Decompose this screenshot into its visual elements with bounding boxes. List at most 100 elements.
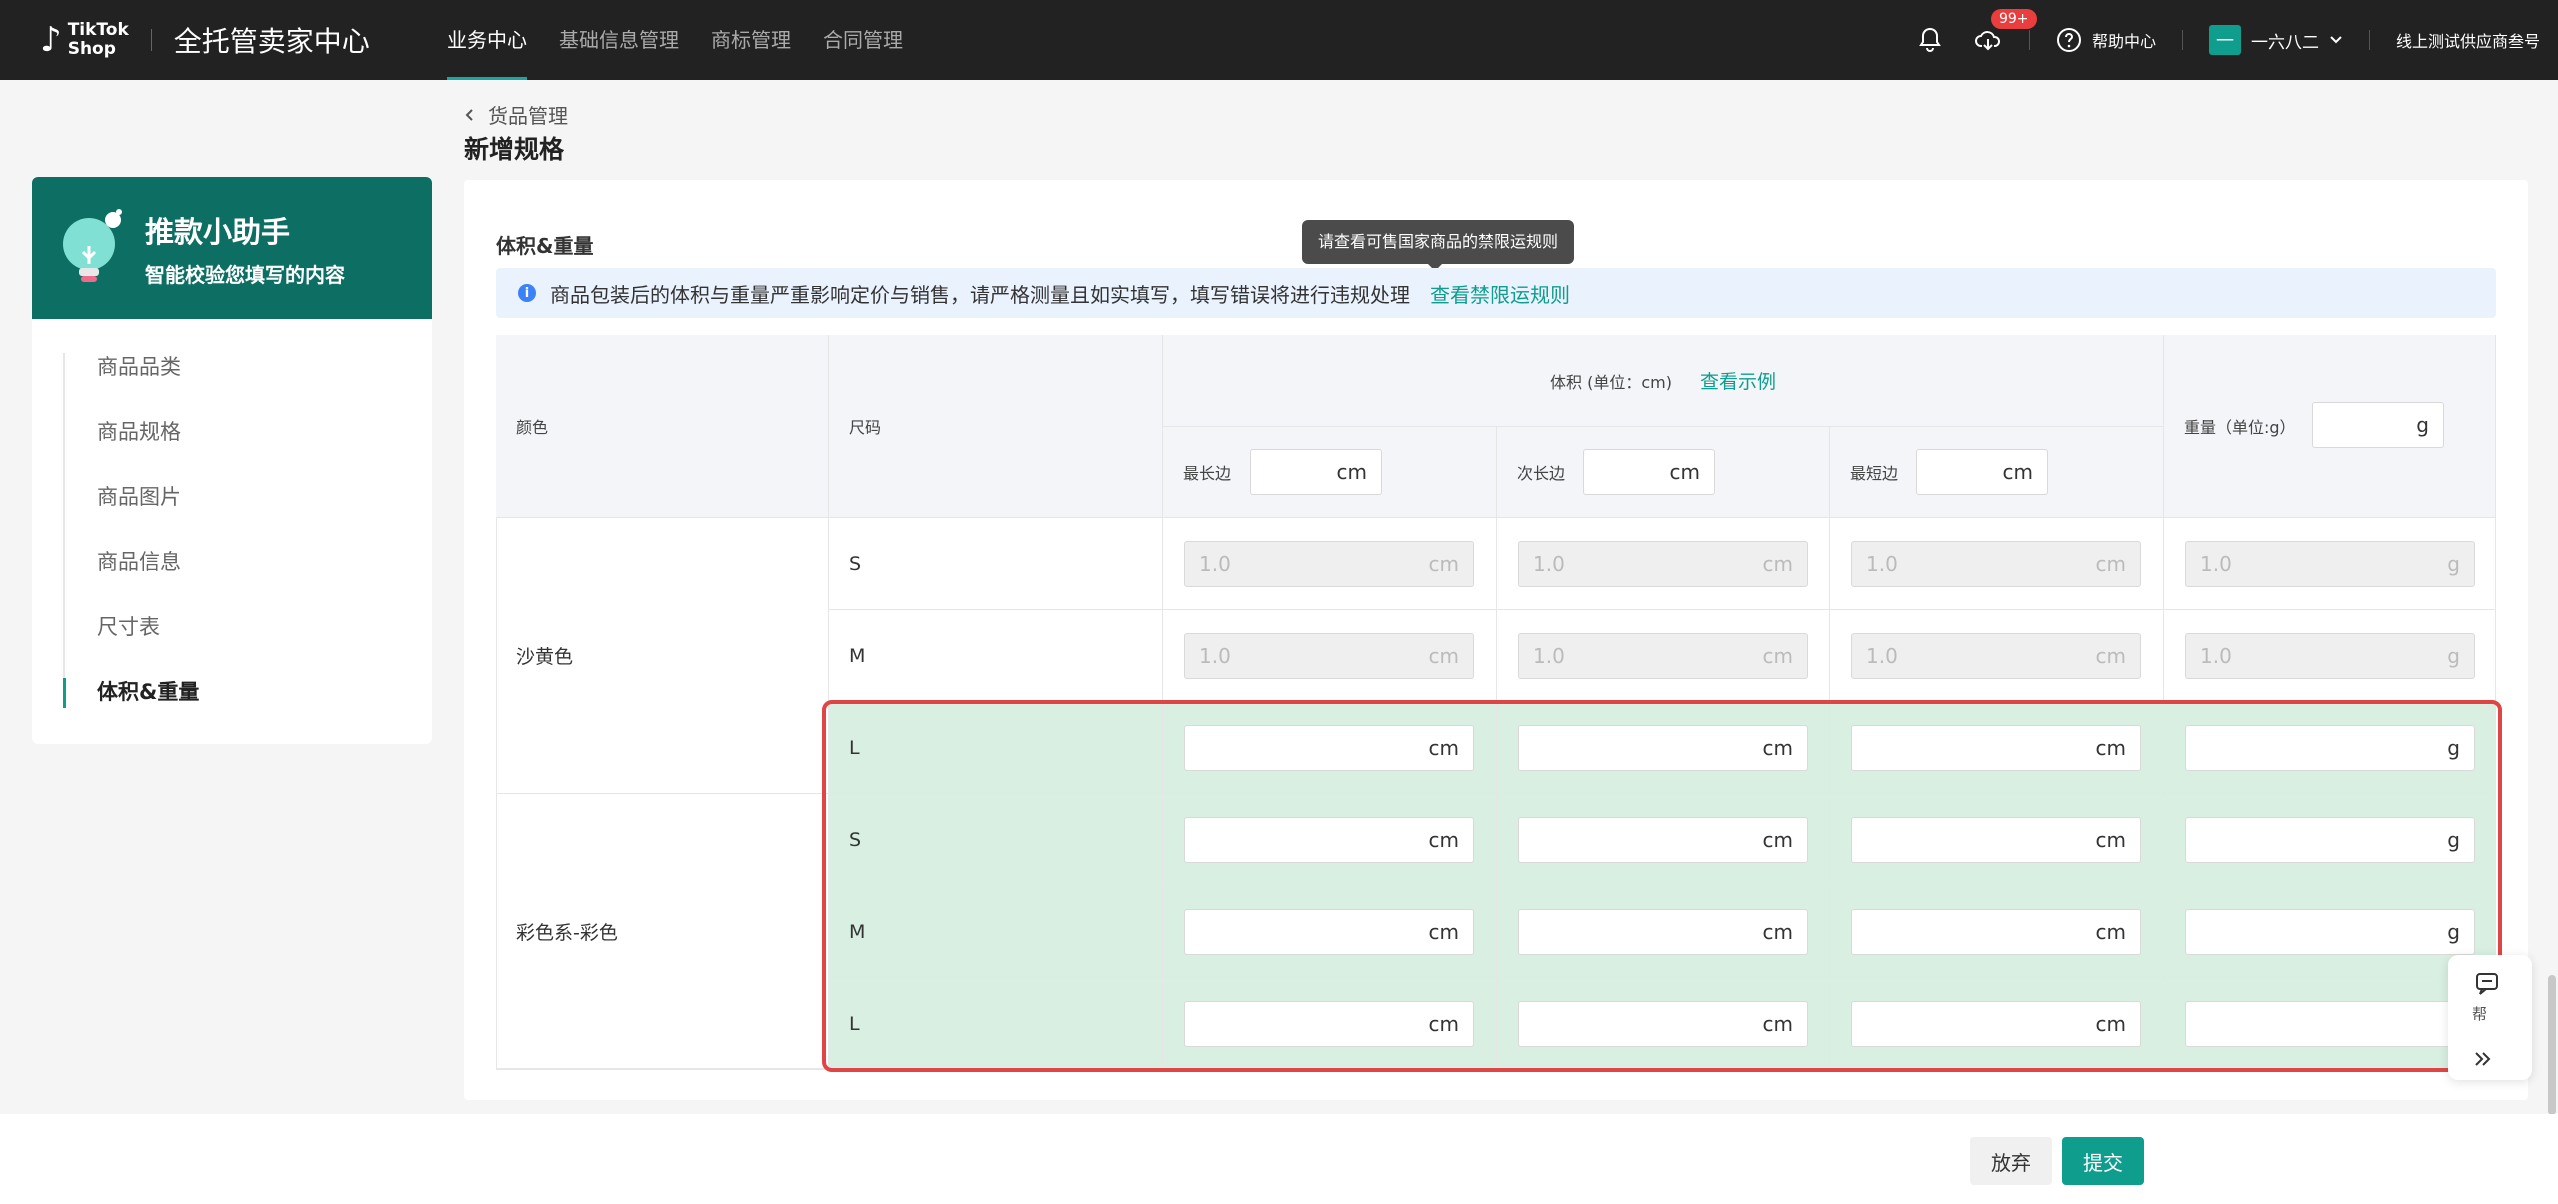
step-volume-weight[interactable]: 体积&重量 xyxy=(32,660,432,725)
header-size: 尺码 xyxy=(829,335,1163,518)
restriction-rules-link[interactable]: 查看禁限运规则 xyxy=(1430,279,1570,308)
app-title: 全托管卖家中心 xyxy=(173,25,370,58)
nav-basic-info[interactable]: 基础信息管理 xyxy=(559,0,679,80)
step-nav: 商品品类 商品规格 商品图片 商品信息 尺寸表 体积&重量 xyxy=(32,319,432,725)
submit-button[interactable]: 提交 xyxy=(2062,1137,2144,1185)
step-spec[interactable]: 商品规格 xyxy=(32,400,432,465)
avatar: 一 xyxy=(2208,25,2241,55)
input-value: 1.0 xyxy=(1533,552,1565,576)
info-icon: i xyxy=(518,284,536,302)
double-chevron-right-icon xyxy=(2475,1052,2491,1066)
user-name: 一六八二 xyxy=(2250,32,2319,53)
header-volume: 体积 (单位：cm) 查看示例 xyxy=(1163,335,2164,427)
notice-text: 商品包装后的体积与重量严重影响定价与销售，请严格测量且如实填写，填写错误将进行违… xyxy=(550,282,1410,307)
unit-label: cm xyxy=(1428,552,1459,576)
unit-label: cm xyxy=(1762,644,1793,668)
tooltip: 请查看可售国家商品的禁限运规则 xyxy=(1302,220,1575,271)
weight-batch-input[interactable]: g xyxy=(2312,402,2444,448)
input-value: 1.0 xyxy=(2200,644,2232,668)
longest-input: 1.0 cm xyxy=(1184,541,1474,587)
assistant-title: 推款小助手 xyxy=(145,214,291,249)
unit-label: cm xyxy=(2002,460,2033,484)
unit-label: cm xyxy=(1428,644,1459,668)
floating-help-panel[interactable]: 帮 xyxy=(2448,955,2532,1080)
scrollbar[interactable] xyxy=(2548,975,2556,1115)
second-input: 1.0 cm xyxy=(1518,541,1808,587)
input-value: 1.0 xyxy=(1533,644,1565,668)
main-nav: 业务中心 基础信息管理 商标管理 合同管理 xyxy=(447,0,935,80)
notification-badge: 99+ xyxy=(1990,9,2037,29)
shortest-input: 1.0 cm xyxy=(1851,633,2141,679)
breadcrumb-label: 货品管理 xyxy=(488,104,568,128)
chevron-down-icon xyxy=(2330,36,2342,44)
chat-icon xyxy=(2476,973,2498,995)
longest-input: 1.0 cm xyxy=(1184,633,1474,679)
step-category[interactable]: 商品品类 xyxy=(32,335,432,400)
bell-icon[interactable] xyxy=(1915,25,1945,55)
unit-label: cm xyxy=(2095,644,2126,668)
chevron-left-icon xyxy=(465,108,473,121)
help-icon xyxy=(2056,28,2081,52)
highlight-box xyxy=(822,700,2502,1072)
divider xyxy=(2028,30,2030,50)
logo-text: TikTok Shop xyxy=(68,21,129,59)
input-value: 1.0 xyxy=(1866,644,1898,668)
help-center-link[interactable]: 帮助中心 xyxy=(2056,27,2156,53)
store-name[interactable]: 线上测试供应商叁号 xyxy=(2396,28,2540,52)
input-value: 1.0 xyxy=(1199,644,1231,668)
unit-label: g xyxy=(2447,644,2460,668)
unit-label: g xyxy=(2416,413,2429,437)
section-title: 体积&重量 xyxy=(496,234,594,258)
unit-label: g xyxy=(2447,552,2460,576)
shortest-input: 1.0 cm xyxy=(1851,541,2141,587)
cloud-download-icon[interactable]: 99+ xyxy=(1973,9,2037,55)
size-cell: S xyxy=(829,518,1163,610)
step-size-chart[interactable]: 尺寸表 xyxy=(32,595,432,660)
step-info[interactable]: 商品信息 xyxy=(32,530,432,595)
step-images[interactable]: 商品图片 xyxy=(32,465,432,530)
tiktok-logo-icon: ♪ xyxy=(40,20,62,60)
size-cell: M xyxy=(829,610,1163,702)
unit-label: cm xyxy=(1669,460,1700,484)
unit-label: cm xyxy=(1336,460,1367,484)
cancel-button[interactable]: 放弃 xyxy=(1970,1137,2052,1185)
color-cell: 沙黄色 xyxy=(496,518,829,794)
weight-input: 1.0 g xyxy=(2185,541,2475,587)
shortest-batch-input[interactable]: cm xyxy=(1916,449,2048,495)
assistant-sidebar: 推款小助手 智能校验您填写的内容 商品品类 商品规格 商品图片 商品信息 尺寸表… xyxy=(32,177,432,744)
assistant-subtitle: 智能校验您填写的内容 xyxy=(145,262,345,287)
color-cell: 彩色系-彩色 xyxy=(496,794,829,1070)
assistant-header: 推款小助手 智能校验您填写的内容 xyxy=(32,177,432,319)
logo-line1: TikTok xyxy=(67,20,129,40)
help-center-label: 帮助中心 xyxy=(2091,32,2156,51)
page-title: 新增规格 xyxy=(464,135,565,164)
nav-business[interactable]: 业务中心 xyxy=(447,0,527,80)
unit-label: cm xyxy=(1762,552,1793,576)
input-value: 1.0 xyxy=(1866,552,1898,576)
logo-line2: Shop xyxy=(67,39,116,59)
longest-batch-input[interactable]: cm xyxy=(1250,449,1382,495)
brand[interactable]: ♪ TikTok Shop 全托管卖家中心 xyxy=(40,18,370,62)
breadcrumb[interactable]: 货品管理 xyxy=(464,100,568,129)
divider xyxy=(2181,30,2183,50)
unit-label: cm xyxy=(2095,552,2126,576)
floating-help-label: 帮 xyxy=(2472,1005,2488,1023)
header-color: 颜色 xyxy=(496,335,829,518)
top-bar: ♪ TikTok Shop 全托管卖家中心 业务中心 基础信息管理 商标管理 合… xyxy=(0,0,2558,80)
nav-contract[interactable]: 合同管理 xyxy=(823,0,903,80)
brand-divider xyxy=(150,29,152,51)
user-menu[interactable]: 一 一六八二 xyxy=(2208,25,2343,55)
view-example-link[interactable]: 查看示例 xyxy=(1700,367,1776,394)
weight-input: 1.0 g xyxy=(2185,633,2475,679)
input-value: 1.0 xyxy=(2200,552,2232,576)
top-bar-right: 99+ 帮助中心 一 一六八二 线上测试供应商叁号 xyxy=(1915,0,2558,80)
second-input: 1.0 cm xyxy=(1518,633,1808,679)
second-batch-input[interactable]: cm xyxy=(1583,449,1715,495)
volume-header-label: 体积 (单位：cm) xyxy=(1550,372,1672,392)
notice-banner: i 商品包装后的体积与重量严重影响定价与销售，请严格测量且如实填写，填写错误将进… xyxy=(496,268,2496,318)
input-value: 1.0 xyxy=(1199,552,1231,576)
bottom-action-bar xyxy=(0,1114,2558,1204)
nav-trademark[interactable]: 商标管理 xyxy=(711,0,791,80)
divider xyxy=(2368,30,2370,50)
lightbulb-icon xyxy=(63,209,122,282)
